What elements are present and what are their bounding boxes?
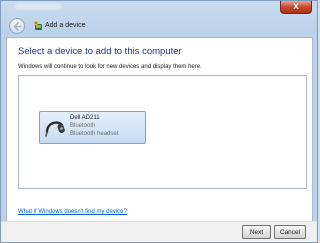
page-heading: Select a device to add to this computer bbox=[18, 46, 182, 57]
bluetooth-headset-icon bbox=[45, 121, 65, 137]
add-device-icon bbox=[33, 20, 42, 30]
device-list[interactable]: Dell AD211 Bluetooth Bluetooth headset bbox=[18, 75, 307, 189]
help-link[interactable]: What if Windows doesn't find my device? bbox=[18, 209, 127, 215]
device-connection-type: Bluetooth bbox=[70, 123, 96, 129]
wizard-content: Select a device to add to this computer … bbox=[6, 37, 313, 239]
device-category: Bluetooth headset bbox=[70, 131, 119, 137]
title-bar-blur bbox=[15, 3, 61, 10]
close-icon: x bbox=[293, 1, 299, 12]
back-button[interactable] bbox=[9, 18, 25, 34]
close-button[interactable]: x bbox=[280, 1, 312, 14]
wizard-footer: Next Cancel bbox=[1, 221, 317, 242]
next-button[interactable]: Next bbox=[242, 225, 271, 239]
add-device-window: x Add a device Select a device to add to… bbox=[0, 0, 318, 243]
cancel-button[interactable]: Cancel bbox=[274, 225, 306, 239]
page-instructions: Windows will continue to look for new de… bbox=[18, 64, 202, 70]
wizard-nav-bar: Add a device bbox=[1, 15, 317, 37]
device-name: Dell AD211 bbox=[70, 115, 100, 121]
wizard-title: Add a device bbox=[45, 22, 86, 29]
device-tile[interactable]: Dell AD211 Bluetooth Bluetooth headset bbox=[39, 111, 146, 144]
title-bar[interactable]: x bbox=[1, 1, 317, 15]
back-arrow-icon bbox=[13, 22, 22, 31]
